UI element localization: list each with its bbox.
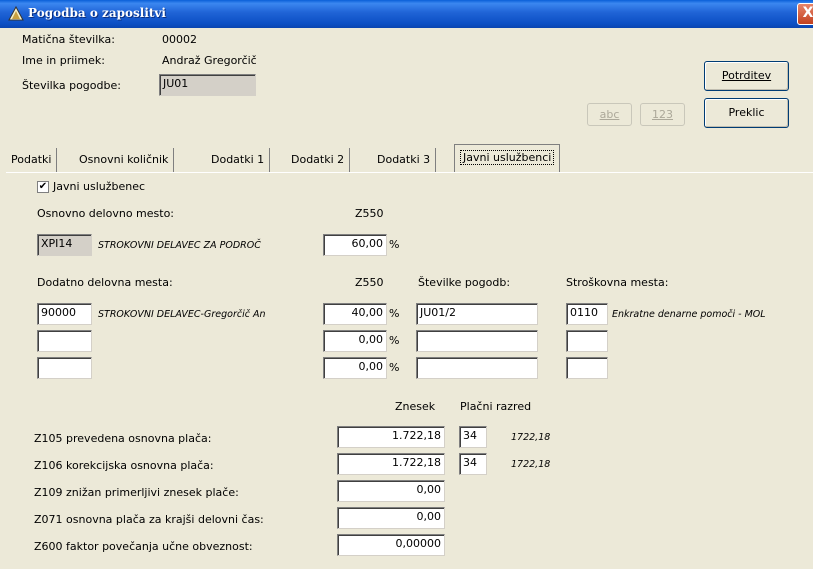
pct-sign: % bbox=[389, 238, 400, 251]
window-title: Pogodba o zaposlitvi bbox=[28, 6, 166, 20]
z071-znesek-field[interactable]: 0,00 bbox=[337, 507, 445, 529]
tab-podatki[interactable]: Podatki bbox=[6, 148, 58, 172]
z600-znesek-field[interactable]: 0,00000 bbox=[337, 534, 445, 556]
z071-label: Z071 osnovna plača za krajši delovni čas… bbox=[34, 513, 264, 526]
dodatno-mesta-label: Dodatno delovna mesta: bbox=[37, 276, 173, 289]
numeric-label: 123 bbox=[652, 108, 673, 121]
z105-razred-field[interactable]: 34 bbox=[459, 426, 487, 448]
dodatno-pct-field[interactable]: 40,00 bbox=[323, 303, 387, 325]
preklic-button[interactable]: Preklic bbox=[704, 98, 789, 128]
javni-usluzbenec-checkbox[interactable]: ✔ bbox=[37, 181, 49, 193]
app-icon bbox=[8, 6, 24, 21]
tab-dodatki-2[interactable]: Dodatki 2 bbox=[286, 148, 351, 172]
z106-label: Z106 korekcijska osnovna plača: bbox=[34, 459, 214, 472]
z105-znesek-field[interactable]: 1.722,18 bbox=[337, 426, 445, 448]
stroskovno-desc: Enkratne denarne pomoči - MOL bbox=[612, 309, 766, 320]
pct-sign: % bbox=[389, 307, 400, 320]
tab-dodatki-3[interactable]: Dodatki 3 bbox=[372, 148, 437, 172]
stroskovno-code-field[interactable] bbox=[566, 357, 608, 379]
numeric-button[interactable]: 123 bbox=[640, 103, 685, 126]
stroskovno-code-field[interactable]: 0110 bbox=[566, 303, 608, 325]
osnovno-mesto-label: Osnovno delovno mesto: bbox=[37, 207, 175, 220]
stroskovno-code-field[interactable] bbox=[566, 330, 608, 352]
pct-sign: % bbox=[389, 334, 400, 347]
javni-usluzbenec-label: Javni uslužbenec bbox=[53, 180, 146, 193]
z105-extra: 1722,18 bbox=[511, 432, 551, 443]
z109-label: Z109 znižan primerljivi znesek plače: bbox=[34, 486, 239, 499]
stroskovna-mesta-label: Stroškovna mesta: bbox=[566, 276, 669, 289]
z109-znesek-field[interactable]: 0,00 bbox=[337, 480, 445, 502]
pogodba-label: Številka pogodbe: bbox=[22, 79, 121, 92]
preklic-label: Preklic bbox=[728, 106, 765, 119]
stevilke-pogodb-label: Številke pogodb: bbox=[418, 276, 511, 289]
potrditev-label: Potrditev bbox=[721, 69, 772, 82]
osnovno-desc: STROKOVNI DELAVEC ZA PODROČ bbox=[98, 240, 261, 251]
z106-znesek-field[interactable]: 1.722,18 bbox=[337, 453, 445, 475]
pogodba-field[interactable] bbox=[416, 330, 538, 352]
znesek-header: Znesek bbox=[395, 400, 436, 413]
title-bar[interactable]: Pogodba o zaposlitvi X bbox=[0, 0, 813, 28]
dodatno-pct-field[interactable]: 0,00 bbox=[323, 357, 387, 379]
pogodba-field[interactable] bbox=[416, 357, 538, 379]
dodatno-pct-field[interactable]: 0,00 bbox=[323, 330, 387, 352]
ime-value: Andraž Gregorčič bbox=[162, 54, 257, 67]
dodatno-code-field[interactable] bbox=[37, 330, 92, 352]
z106-razred-field[interactable]: 34 bbox=[459, 453, 487, 475]
contract-window: Pogodba o zaposlitvi X Matična številka:… bbox=[0, 0, 813, 569]
placni-razred-header: Plačni razred bbox=[460, 400, 532, 413]
maticna-value: 00002 bbox=[162, 33, 197, 46]
z105-label: Z105 prevedena osnovna plača: bbox=[34, 432, 212, 445]
abc-button[interactable]: abc bbox=[587, 103, 632, 126]
tab-javni-usluzbenci-label: Javni uslužbenci bbox=[460, 150, 555, 165]
tab-dodatki-1[interactable]: Dodatki 1 bbox=[206, 148, 271, 172]
z600-label: Z600 faktor povečanja učne obveznost: bbox=[34, 540, 253, 553]
potrditev-button[interactable]: Potrditev bbox=[704, 61, 789, 91]
dodatno-code-field[interactable] bbox=[37, 357, 92, 379]
tab-osnovni-kolicnik[interactable]: Osnovni količnik bbox=[74, 148, 175, 172]
pogodba-field[interactable]: JU01/2 bbox=[416, 303, 538, 325]
tab-panel-border bbox=[6, 172, 813, 173]
z106-extra: 1722,18 bbox=[511, 459, 551, 470]
osnovno-code-field[interactable]: XPI14 bbox=[37, 234, 92, 256]
dodatno-desc: STROKOVNI DELAVEC-Gregorčič An bbox=[98, 309, 266, 320]
abc-label: abc bbox=[599, 108, 620, 121]
tab-javni-usluzbenci[interactable]: Javni uslužbenci bbox=[454, 144, 561, 172]
maticna-label: Matična številka: bbox=[22, 33, 115, 46]
pogodba-number-field[interactable]: JU01 bbox=[159, 74, 256, 96]
z550-header-2: Z550 bbox=[355, 276, 384, 289]
ime-label: Ime in priimek: bbox=[22, 54, 105, 67]
osnovno-pct-field[interactable]: 60,00 bbox=[323, 234, 387, 256]
dodatno-code-field[interactable]: 90000 bbox=[37, 303, 92, 325]
z550-header: Z550 bbox=[355, 207, 384, 220]
close-button[interactable]: X bbox=[797, 3, 813, 25]
pct-sign: % bbox=[389, 361, 400, 374]
